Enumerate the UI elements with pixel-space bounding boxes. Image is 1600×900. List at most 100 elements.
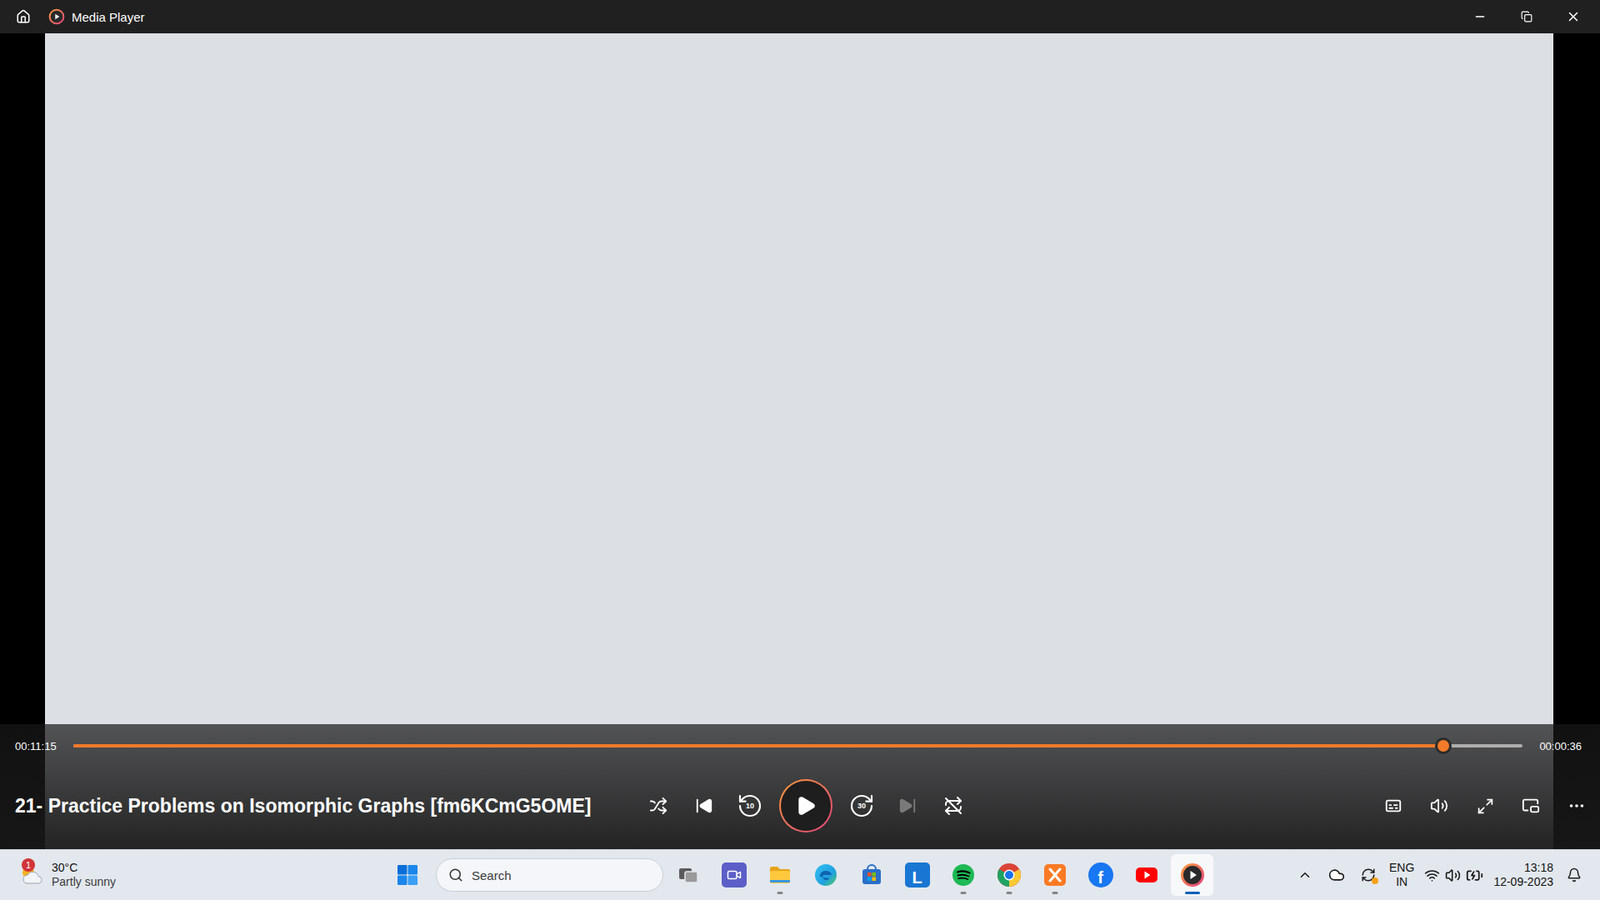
weather-condition: Partly sunny	[51, 875, 116, 890]
cloud-icon	[1328, 866, 1345, 884]
previous-icon	[695, 796, 714, 815]
play-icon	[795, 795, 817, 817]
taskbar-app[interactable]	[1170, 854, 1214, 896]
seek-knob[interactable]	[1437, 740, 1450, 752]
close-button[interactable]	[1550, 0, 1597, 34]
controls-row: 21- Practice Problems on Isomorphic Grap…	[0, 775, 1600, 836]
repeat-button[interactable]	[933, 785, 974, 826]
taskbar-center: Search Lf	[389, 854, 1214, 896]
previous-button[interactable]	[684, 785, 725, 826]
taskbar: 1 30°CPartly sunny Search Lf ENGIN 13:1812-09…	[0, 849, 1600, 900]
store-icon	[859, 862, 885, 888]
clock[interactable]: 13:1812-09-2023	[1493, 860, 1554, 890]
minimize-icon	[1473, 10, 1487, 24]
running-indicator	[1005, 891, 1012, 895]
captions-icon	[1384, 796, 1403, 815]
wifi-icon	[1424, 867, 1440, 884]
windows-logo-icon	[396, 864, 419, 886]
facebook-icon: f	[1088, 862, 1114, 888]
fullscreen-button[interactable]	[1465, 785, 1505, 826]
clock-time: 13:18	[1524, 860, 1554, 876]
meet-icon	[721, 862, 747, 888]
playback-controls: 10 30	[638, 779, 974, 833]
captions-button[interactable]	[1373, 785, 1414, 826]
taskbar-app[interactable]	[804, 854, 847, 896]
camera-icon	[726, 867, 742, 883]
weather-icon-wrap: 1	[18, 861, 45, 889]
running-indicator	[1051, 891, 1058, 895]
title-bar: Media Player	[0, 0, 1600, 34]
restore-button[interactable]	[1503, 0, 1550, 34]
input-language[interactable]: ENGIN	[1389, 860, 1415, 890]
weather-widget[interactable]: 1 30°CPartly sunny	[0, 860, 144, 890]
clock-date: 12-09-2023	[1493, 875, 1554, 890]
sync[interactable]	[1357, 864, 1380, 886]
seek-track[interactable]	[73, 744, 1524, 748]
search-box[interactable]: Search	[435, 858, 664, 892]
player-area: 00:11:15 00:00:36 21- Practice Problems on…	[0, 33, 1600, 850]
taskbar-app[interactable]: f	[1079, 854, 1122, 896]
window-buttons	[1456, 0, 1600, 34]
skip-back-seconds: 10	[730, 802, 770, 810]
taskbar-app[interactable]	[666, 854, 710, 896]
shuffle-button[interactable]	[638, 785, 679, 826]
running-indicator	[776, 891, 783, 895]
view-controls	[973, 785, 1597, 826]
skip-forward-seconds: 30	[841, 802, 882, 810]
home-icon	[15, 9, 31, 25]
media-player-logo-icon	[48, 8, 65, 25]
taskbar-app[interactable]	[1033, 854, 1076, 896]
volume-icon	[1430, 796, 1449, 815]
show-hidden-icons[interactable]	[1294, 864, 1316, 886]
search-placeholder: Search	[471, 868, 512, 883]
battery-icon	[1465, 866, 1484, 885]
skip-back-button[interactable]: 10	[730, 785, 770, 826]
skip-forward-button[interactable]: 30	[841, 785, 882, 826]
play-button[interactable]	[779, 779, 833, 833]
taskbar-app[interactable]	[758, 854, 801, 896]
taskbar-app[interactable]	[941, 854, 985, 896]
restore-icon	[1520, 10, 1533, 23]
next-button[interactable]	[887, 785, 928, 826]
onedrive[interactable]	[1325, 864, 1348, 886]
taskbar-app[interactable]	[850, 854, 893, 896]
letter-icon: L	[905, 862, 930, 888]
system-tray: ENGIN 13:1812-09-2023	[1294, 860, 1600, 890]
elapsed-time: 00:11:15	[15, 740, 57, 753]
xampp-icon	[1042, 862, 1068, 888]
sync-dot	[1371, 877, 1379, 885]
taskbar-app[interactable]	[987, 854, 1030, 896]
bell-icon	[1566, 867, 1582, 883]
start-button[interactable]	[389, 856, 426, 894]
chrome-icon	[996, 862, 1022, 888]
running-indicator	[1185, 891, 1200, 895]
weather-badge: 1	[21, 858, 35, 872]
more-button[interactable]	[1556, 785, 1597, 826]
mini-player-button[interactable]	[1510, 785, 1551, 826]
minimize-button[interactable]	[1456, 0, 1504, 34]
region-code: IN	[1395, 875, 1408, 890]
more-icon	[1567, 796, 1586, 815]
shuffle-icon	[649, 796, 668, 815]
title-left: Media Player	[0, 0, 1457, 34]
edge-icon	[813, 862, 839, 888]
youtube-icon	[1134, 862, 1160, 888]
taskbar-app[interactable]: L	[895, 854, 939, 896]
taskbar-app[interactable]	[1125, 854, 1168, 896]
video-title: 21- Practice Problems on Isomorphic Grap…	[15, 795, 639, 818]
desktop-screen: Media Player 00:11:15 00:00:36 21- Practice…	[0, 0, 1600, 900]
weather-text: 30°CPartly sunny	[51, 860, 116, 890]
language-code: ENG	[1389, 860, 1415, 876]
repeat-off-icon	[943, 795, 964, 816]
explorer-icon	[767, 862, 793, 888]
fullscreen-icon	[1476, 797, 1495, 815]
taskbar-app[interactable]	[712, 854, 755, 896]
window-title: Media Player	[71, 10, 145, 25]
remaining-time: 00:00:36	[1539, 740, 1582, 753]
close-icon	[1565, 9, 1581, 25]
notifications[interactable]	[1563, 864, 1585, 886]
home-button[interactable]	[5, 0, 42, 34]
chevron-up-icon	[1297, 867, 1313, 883]
quick-settings[interactable]	[1424, 866, 1484, 885]
volume-button[interactable]	[1419, 785, 1460, 826]
